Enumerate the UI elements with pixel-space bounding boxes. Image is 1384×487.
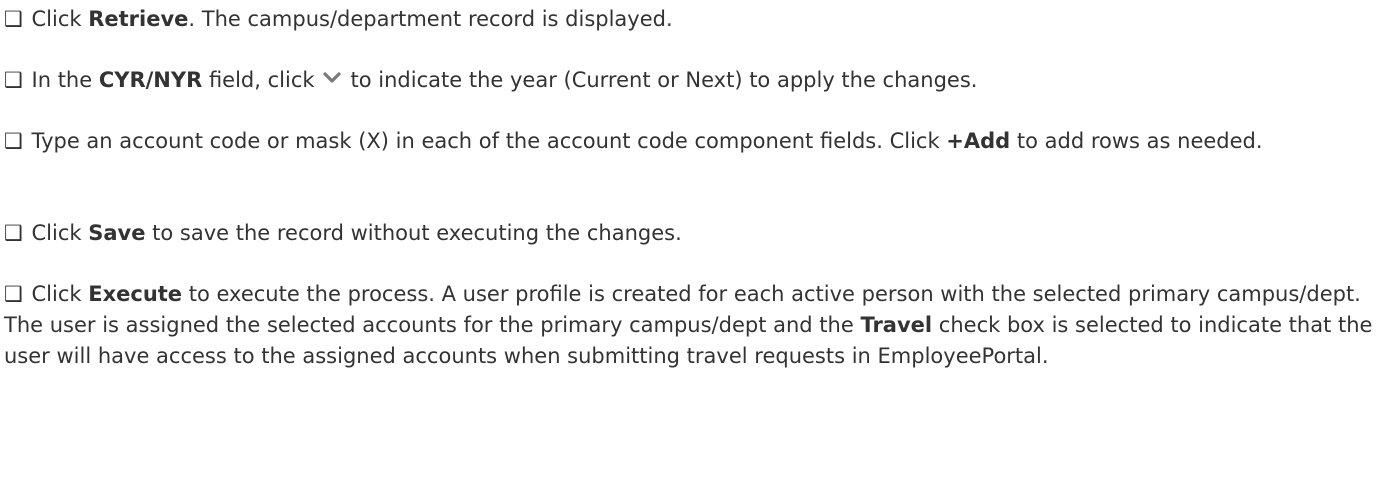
cyr-nyr-label: CYR/NYR <box>98 68 203 92</box>
step-text-pre: Click <box>31 282 89 306</box>
step-save: ❑ Click Save to save the record without … <box>4 218 1376 249</box>
execute-label: Execute <box>88 282 183 306</box>
save-label: Save <box>88 221 146 245</box>
step-text-post: to save the record without executing the… <box>145 221 682 245</box>
travel-label: Travel <box>860 313 933 337</box>
add-label: +Add <box>946 129 1011 153</box>
step-text-pre: In the <box>31 68 99 92</box>
step-text-pre: Type an account code or mask (X) in each… <box>31 129 947 153</box>
step-text-post: to indicate the year (Current or Next) t… <box>350 68 978 92</box>
instruction-document: ❑ Click Retrieve. The campus/department … <box>0 0 1384 487</box>
step-text-post: to add rows as needed. <box>1010 129 1263 153</box>
step-execute: ❑ Click Execute to execute the process. … <box>4 279 1376 372</box>
chevron-down-icon <box>322 72 341 83</box>
checkbox-icon: ❑ <box>4 282 23 306</box>
checkbox-icon: ❑ <box>4 68 23 92</box>
step-retrieve: ❑ Click Retrieve. The campus/department … <box>4 4 1376 35</box>
step-text-mid: field, click <box>202 68 315 92</box>
step-text-pre: Click <box>31 7 89 31</box>
step-text-pre: Click <box>31 221 89 245</box>
step-account-code: ❑ Type an account code or mask (X) in ea… <box>4 126 1376 157</box>
checkbox-icon: ❑ <box>4 7 23 31</box>
step-text-post: . The campus/department record is displa… <box>188 7 673 31</box>
retrieve-label: Retrieve <box>88 7 189 31</box>
checkbox-icon: ❑ <box>4 129 23 153</box>
checkbox-icon: ❑ <box>4 221 23 245</box>
step-cyr-nyr: ❑ In the CYR/NYR field, click to indicate… <box>4 65 1376 96</box>
